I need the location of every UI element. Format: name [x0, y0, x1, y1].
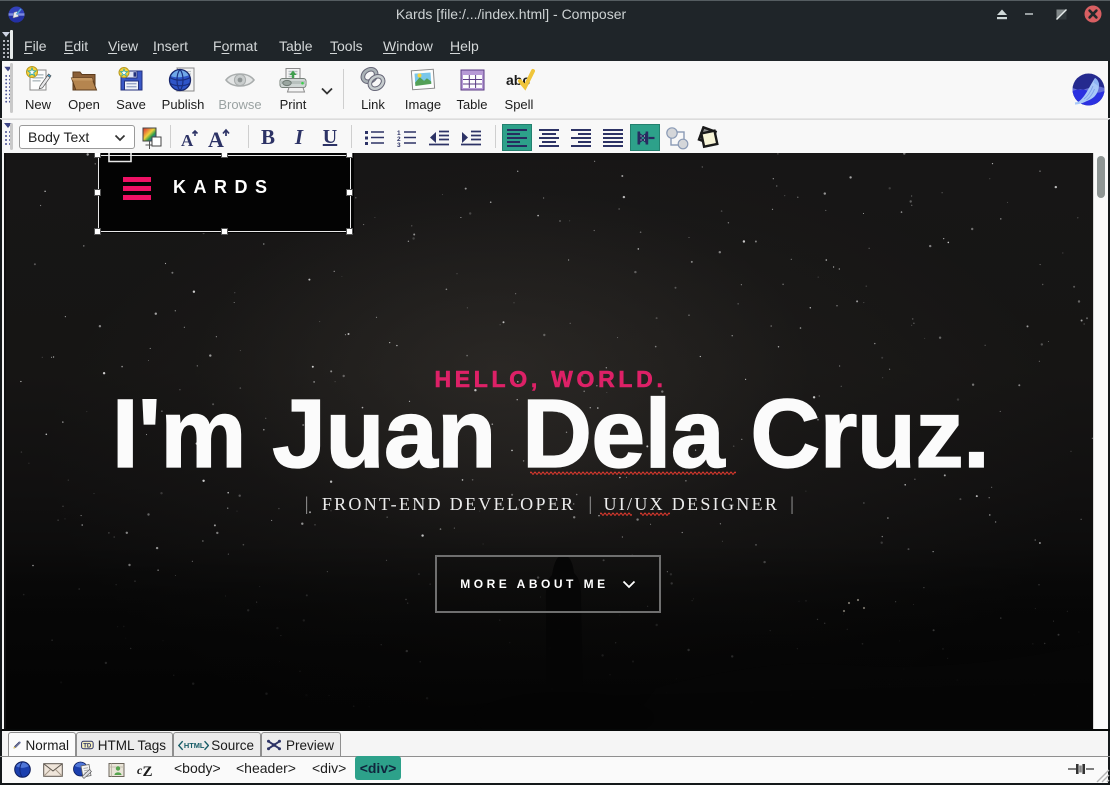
svg-text:A: A	[181, 131, 194, 149]
svg-text:HTML: HTML	[184, 741, 205, 750]
svg-text:Z: Z	[143, 764, 153, 778]
svg-text:TD: TD	[83, 743, 92, 749]
svg-text:A: A	[208, 127, 224, 150]
svg-text:3: 3	[397, 142, 401, 148]
